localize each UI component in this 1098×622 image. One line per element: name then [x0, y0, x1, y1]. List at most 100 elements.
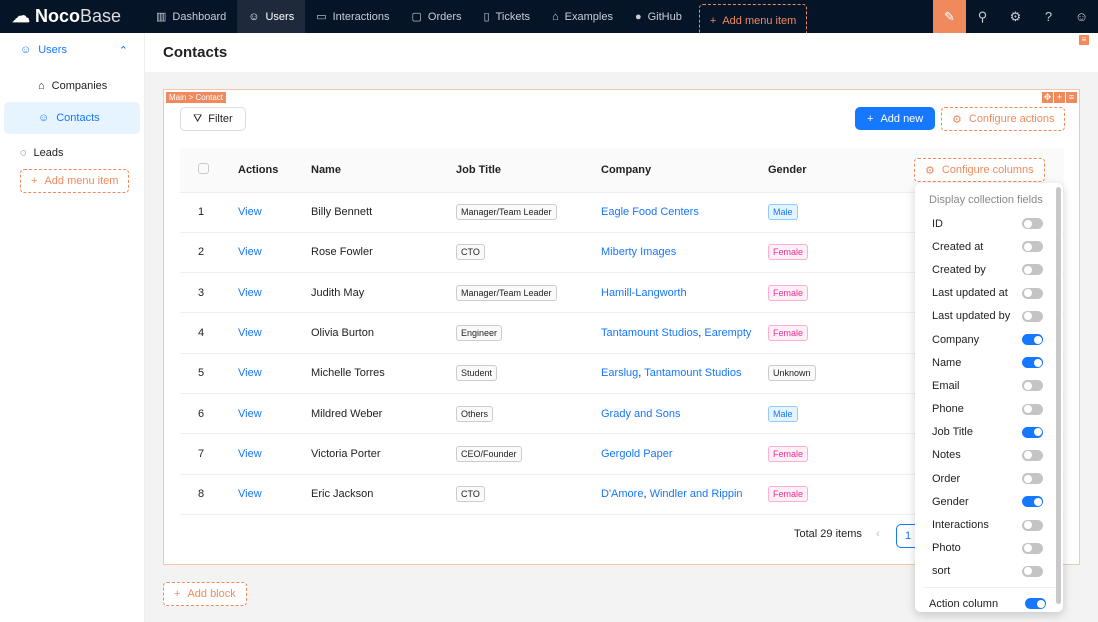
plus-icon: +: [709, 14, 717, 27]
view-link[interactable]: View: [238, 206, 262, 218]
company-link[interactable]: Windler and Rippin: [650, 488, 743, 500]
field-option[interactable]: Order: [915, 467, 1063, 490]
help-icon[interactable]: ?: [1032, 0, 1065, 33]
page-settings-icon[interactable]: ≡: [1079, 35, 1089, 45]
view-link[interactable]: View: [238, 448, 262, 460]
prev-page-icon[interactable]: ‹: [876, 528, 880, 540]
add-new-button[interactable]: + Add new: [855, 107, 936, 130]
settings-icon[interactable]: ⚙: [999, 0, 1032, 33]
action-column-toggle[interactable]: [1025, 598, 1046, 610]
sidebar-item-companies[interactable]: ⌂ Companies: [0, 70, 144, 102]
company-link[interactable]: Earslug: [601, 367, 638, 379]
configure-actions-button[interactable]: ⚙ Configure actions: [941, 107, 1066, 131]
select-all-checkbox[interactable]: [198, 162, 209, 174]
job-title-cell: CTO: [456, 232, 601, 274]
nav-item-orders[interactable]: ▢ Orders: [400, 0, 472, 33]
field-option[interactable]: Photo: [915, 537, 1063, 560]
field-option[interactable]: Notes: [915, 444, 1063, 467]
company-link[interactable]: Eagle Food Centers: [601, 206, 699, 218]
field-toggle[interactable]: [1022, 565, 1043, 577]
nav-icon: ▯: [483, 11, 490, 23]
user-icon[interactable]: ☺: [1065, 0, 1098, 33]
field-toggle[interactable]: [1022, 334, 1043, 346]
view-link[interactable]: View: [238, 488, 262, 500]
company-link[interactable]: D'Amore: [601, 488, 643, 500]
nav-item-github[interactable]: ● GitHub: [624, 0, 693, 33]
field-toggle[interactable]: [1022, 473, 1043, 485]
company-link[interactable]: Gergold Paper: [601, 448, 673, 460]
field-option[interactable]: Interactions: [915, 513, 1063, 536]
field-option[interactable]: Job Title: [915, 421, 1063, 444]
field-option[interactable]: Email: [915, 374, 1063, 397]
view-link[interactable]: View: [238, 287, 262, 299]
option-label: sort: [932, 565, 951, 578]
view-link[interactable]: View: [238, 408, 262, 420]
drag-icon[interactable]: ✥: [1042, 92, 1053, 103]
field-option[interactable]: Gender: [915, 490, 1063, 513]
field-toggle[interactable]: [1022, 403, 1043, 415]
field-option[interactable]: Last updated by: [915, 305, 1063, 328]
field-option[interactable]: sort: [915, 560, 1063, 583]
filter-button[interactable]: ⛛ Filter: [180, 107, 246, 131]
add-icon[interactable]: +: [1054, 92, 1065, 103]
add-block-button[interactable]: + Add block: [163, 582, 247, 606]
field-toggle[interactable]: [1022, 310, 1043, 322]
field-option[interactable]: Phone: [915, 398, 1063, 421]
field-toggle[interactable]: [1022, 241, 1043, 253]
nav-icon: ▢: [411, 11, 422, 23]
sidebar-add-menu-item-button[interactable]: + Add menu item: [20, 169, 130, 193]
select-all-cell: [180, 148, 238, 193]
row-number: 7: [180, 433, 238, 475]
plugin-icon[interactable]: ⚲: [966, 0, 999, 33]
name-cell: Michelle Torres: [311, 353, 456, 394]
field-toggle[interactable]: [1022, 449, 1043, 461]
configure-columns-button[interactable]: ⚙ Configure columns: [914, 158, 1045, 182]
field-toggle[interactable]: [1022, 357, 1043, 369]
field-option[interactable]: Created at: [915, 235, 1063, 258]
ui-editor-icon[interactable]: ✎: [933, 0, 966, 33]
sidebar-item-contacts[interactable]: ☺ Contacts: [4, 102, 140, 134]
logo[interactable]: ☁ NocoBase: [0, 6, 145, 27]
field-toggle[interactable]: [1022, 519, 1043, 531]
nav-label: GitHub: [647, 10, 682, 23]
menu-icon[interactable]: ≡: [1066, 92, 1077, 103]
field-option[interactable]: Last updated at: [915, 282, 1063, 305]
field-toggle[interactable]: [1022, 264, 1043, 276]
view-link[interactable]: View: [238, 327, 262, 339]
sidebar-group-users[interactable]: ☺ Users ⌃: [0, 34, 144, 66]
field-option[interactable]: Created by: [915, 258, 1063, 281]
job-title-tag: CTO: [456, 486, 485, 503]
field-toggle[interactable]: [1022, 426, 1043, 438]
company-link[interactable]: Miberty Images: [601, 246, 676, 258]
view-link[interactable]: View: [238, 246, 262, 258]
nav-label: Tickets: [495, 10, 531, 23]
field-toggle[interactable]: [1022, 287, 1043, 299]
view-link[interactable]: View: [238, 367, 262, 379]
field-option[interactable]: Company: [915, 328, 1063, 351]
button-label: Configure actions: [968, 113, 1055, 125]
company-link[interactable]: Grady and Sons: [601, 408, 681, 420]
company-link[interactable]: Earempty: [704, 327, 751, 339]
gender-tag: Female: [768, 486, 809, 503]
company-link[interactable]: Tantamount Studios: [601, 327, 698, 339]
sidebar-item-leads[interactable]: ◌ Leads: [0, 137, 144, 169]
nav-item-users[interactable]: ☺ Users: [237, 0, 306, 33]
nav-item-interactions[interactable]: ▭ Interactions: [305, 0, 400, 33]
nav-item-dashboard[interactable]: ▥ Dashboard: [145, 0, 237, 33]
company-link[interactable]: Tantamount Studios: [644, 367, 741, 379]
nav-item-examples[interactable]: ⌂ Examples: [541, 0, 624, 33]
nav-item-tickets[interactable]: ▯ Tickets: [473, 0, 542, 33]
nav-label: Interactions: [332, 10, 390, 23]
field-toggle[interactable]: [1022, 380, 1043, 392]
field-toggle[interactable]: [1022, 542, 1043, 554]
field-option[interactable]: ID: [915, 212, 1063, 235]
action-column-option[interactable]: Action column: [915, 592, 1063, 615]
field-toggle[interactable]: [1022, 496, 1043, 508]
field-toggle[interactable]: [1022, 218, 1043, 230]
company-link[interactable]: Hamill-Langworth: [601, 287, 687, 299]
company-cell: Grady and Sons: [601, 393, 768, 435]
dropdown-scrollbar[interactable]: [1056, 187, 1061, 604]
users-icon: ☺: [20, 44, 32, 56]
field-option[interactable]: Name: [915, 351, 1063, 374]
sidebar: ☺ Users ⌃ ⌂ Companies ☺ Contacts ◌ Leads + Add…: [0, 33, 145, 622]
